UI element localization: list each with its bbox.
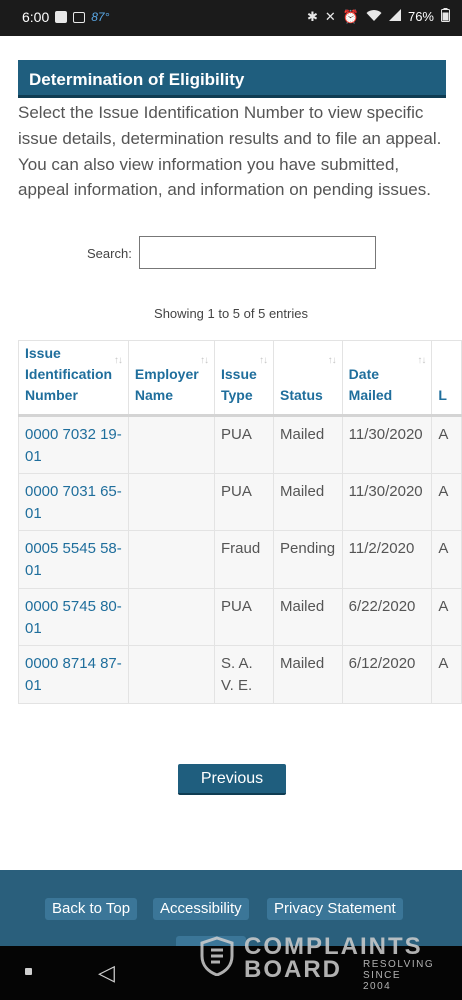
issue-type-cell: PUA	[213, 415, 275, 474]
partial-cell: A	[431, 415, 462, 474]
issue-id-link[interactable]: 0000 7032 19-01	[18, 415, 129, 474]
wifi-icon	[366, 9, 382, 25]
search-input[interactable]	[139, 236, 376, 269]
privacy-statement-link[interactable]: Privacy Statement	[267, 898, 403, 920]
employer-cell	[127, 645, 216, 704]
battery-icon	[441, 8, 450, 25]
battery-level: 76%	[407, 9, 434, 24]
gallery-icon	[73, 11, 86, 23]
back-to-top-link[interactable]: Back to Top	[45, 898, 138, 920]
status-cell: Mailed	[273, 587, 343, 647]
date-mailed-cell: 11/30/2020	[341, 415, 433, 474]
issues-table: Issue Identification Number ↑↓ Employer N…	[18, 340, 462, 704]
issue-id-link[interactable]: 0000 7031 65-01	[18, 472, 129, 532]
partial-cell: A	[431, 587, 462, 647]
shield-logo-icon	[200, 936, 234, 976]
date-mailed-cell: 6/22/2020	[341, 587, 433, 647]
bluetooth-icon: ✱	[306, 8, 318, 24]
sort-icon: ↑↓	[417, 355, 426, 366]
alarm-icon: ⏰	[342, 8, 359, 24]
search-label: Search:	[87, 246, 132, 261]
table-row: 0005 5545 58-01 Fraud Pending 11/2/2020 …	[18, 530, 462, 589]
issue-type-cell: PUA	[213, 472, 275, 532]
back-icon[interactable]: ◁	[98, 960, 115, 986]
table-row: 0000 7032 19-01 PUA Mailed 11/30/2020 A	[18, 415, 462, 474]
status-time: 6:00	[22, 9, 50, 25]
sort-icon: ↑↓	[113, 355, 123, 366]
watermark-logo: COMPLAINTS BOARD RESOLVING SINCE 2004	[200, 933, 433, 992]
main-content: Determination of Eligibility Select the …	[0, 36, 462, 870]
date-mailed-cell: 6/12/2020	[341, 645, 433, 704]
status-bar: 6:00 87° ✱ ✕ ⏰ 76%	[0, 0, 462, 36]
column-header-label: Employer Name	[134, 366, 199, 403]
table-row: 0000 7031 65-01 PUA Mailed 11/30/2020 A	[18, 472, 462, 532]
status-cell: Mailed	[273, 645, 343, 704]
status-cell: Mailed	[273, 472, 343, 532]
table-info: Showing 1 to 5 of 5 entries	[154, 306, 308, 321]
column-header-label: Issue Identification Number	[25, 345, 113, 403]
employer-cell	[127, 415, 216, 474]
watermark-text-board: BOARD	[244, 956, 342, 983]
column-header-label: Status	[280, 387, 323, 403]
issue-id-link[interactable]: 0000 5745 80-01	[18, 587, 129, 647]
issue-id-link[interactable]: 0000 8714 87-01	[18, 645, 129, 704]
status-bar-left: 6:00 87°	[22, 9, 109, 25]
employer-cell	[127, 587, 216, 647]
watermark-tagline-resolving: RESOLVING	[363, 959, 435, 970]
partial-cell: A	[431, 645, 462, 704]
intro-text: Select the Issue Identification Number t…	[18, 103, 442, 200]
previous-button[interactable]: Previous	[178, 764, 286, 795]
watermark-tagline-since: SINCE 2004	[363, 970, 402, 992]
date-mailed-cell: 11/2/2020	[341, 530, 433, 589]
column-header-employer[interactable]: Employer Name ↑↓	[127, 340, 216, 417]
date-mailed-cell: 11/30/2020	[341, 472, 433, 532]
status-temperature: 87°	[91, 10, 110, 24]
page-title: Determination of Eligibility	[18, 60, 446, 98]
column-header-date-mailed[interactable]: Date Mailed ↑↓	[341, 340, 433, 417]
table-header-row: Issue Identification Number ↑↓ Employer N…	[18, 340, 462, 417]
column-header-issue-type[interactable]: Issue Type ↑↓	[213, 340, 275, 417]
sort-icon: ↑↓	[259, 355, 268, 366]
table-row: 0000 8714 87-01 S. A. V. E. Mailed 6/12/…	[18, 645, 462, 704]
issue-type-cell: PUA	[213, 587, 275, 647]
column-header-label: L	[438, 387, 447, 403]
accessibility-link[interactable]: Accessibility	[153, 898, 249, 920]
partial-cell: A	[431, 530, 462, 589]
recent-apps-icon[interactable]	[25, 968, 32, 975]
partial-cell: A	[431, 472, 462, 532]
status-cell: Mailed	[273, 415, 343, 474]
employer-cell	[127, 530, 216, 589]
column-header-label: Issue Type	[221, 366, 257, 403]
sort-icon: ↑↓	[200, 355, 209, 366]
sort-icon: ↑↓	[327, 355, 337, 366]
status-cell: Pending	[273, 530, 343, 589]
signal-icon	[388, 9, 401, 24]
issue-type-cell: S. A. V. E.	[213, 645, 275, 704]
issue-id-link[interactable]: 0005 5545 58-01	[18, 530, 129, 589]
status-bar-right: ✱ ✕ ⏰ 76%	[307, 8, 450, 25]
employer-cell	[127, 472, 216, 532]
table-row: 0000 5745 80-01 PUA Mailed 6/22/2020 A	[18, 587, 462, 647]
column-header-issue-id[interactable]: Issue Identification Number ↑↓	[18, 340, 129, 417]
column-header-label: Date Mailed	[348, 366, 393, 403]
column-header-status[interactable]: Status ↑↓	[273, 340, 343, 417]
column-header-partial[interactable]: L	[431, 340, 462, 417]
notification-square-icon	[55, 11, 68, 23]
issue-type-cell: Fraud	[213, 530, 275, 589]
mute-icon: ✕	[324, 8, 336, 24]
